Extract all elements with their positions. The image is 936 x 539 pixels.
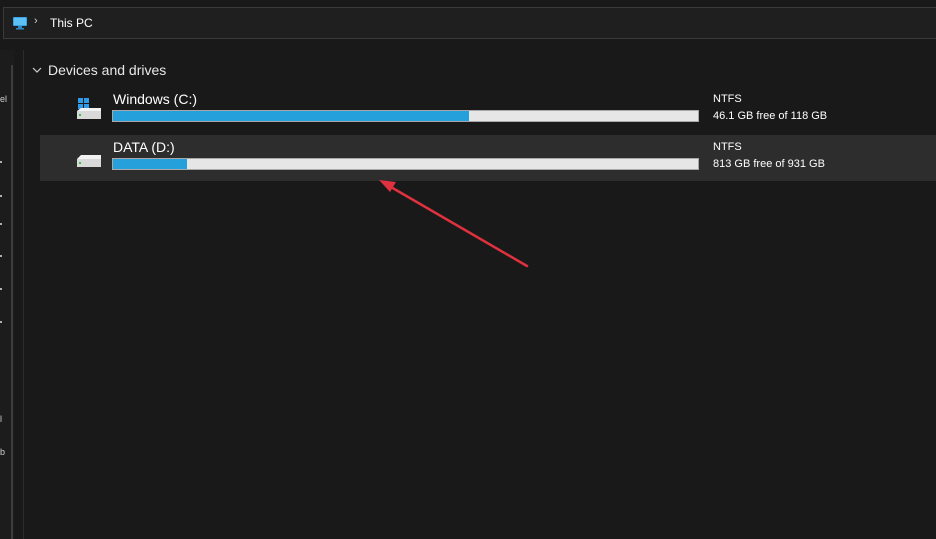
- drive-free-space: 46.1 GB free of 118 GB: [713, 110, 828, 122]
- nav-expand-icon[interactable]: [0, 288, 2, 290]
- group-title: Devices and drives: [48, 62, 167, 78]
- drive-usage-bar: [112, 110, 699, 122]
- drive-item-c[interactable]: Windows (C:) NTFS 46.1 GB free of 118 GB: [40, 87, 936, 133]
- nav-expand-icon[interactable]: [0, 223, 2, 225]
- drive-free-space: 813 GB free of 931 GB: [713, 158, 825, 170]
- drive-usage-bar: [112, 158, 699, 170]
- drive-usage-fill: [113, 159, 188, 169]
- windows-drive-icon: [77, 98, 101, 119]
- hard-drive-icon: [77, 155, 101, 167]
- nav-item-fragment[interactable]: b: [0, 447, 5, 457]
- drive-usage-fill: [113, 111, 470, 121]
- address-bar[interactable]: › This PC: [3, 7, 936, 39]
- file-explorer-window: › This PC el l b Devices and drives Wind…: [0, 0, 936, 539]
- nav-expand-icon[interactable]: [0, 161, 2, 163]
- nav-scrollbar[interactable]: [11, 65, 13, 539]
- drive-filesystem: NTFS: [713, 141, 742, 153]
- breadcrumb-separator[interactable]: ›: [34, 15, 38, 27]
- drive-name: DATA (D:): [113, 139, 175, 155]
- this-pc-icon: [13, 17, 27, 30]
- nav-expand-icon[interactable]: [0, 195, 2, 197]
- nav-item-fragment[interactable]: el: [0, 94, 7, 104]
- content-area: Devices and drives Windows (C:) NTFS 46.…: [24, 50, 936, 539]
- drive-filesystem: NTFS: [713, 93, 742, 105]
- nav-expand-icon[interactable]: [0, 321, 2, 323]
- group-header-devices[interactable]: Devices and drives: [32, 62, 166, 78]
- nav-item-fragment[interactable]: l: [0, 414, 2, 424]
- drive-item-d[interactable]: DATA (D:) NTFS 813 GB free of 931 GB: [40, 135, 936, 181]
- chevron-down-icon[interactable]: [32, 65, 42, 75]
- breadcrumb-this-pc[interactable]: This PC: [50, 16, 93, 30]
- drive-name: Windows (C:): [113, 91, 198, 107]
- nav-expand-icon[interactable]: [0, 255, 2, 257]
